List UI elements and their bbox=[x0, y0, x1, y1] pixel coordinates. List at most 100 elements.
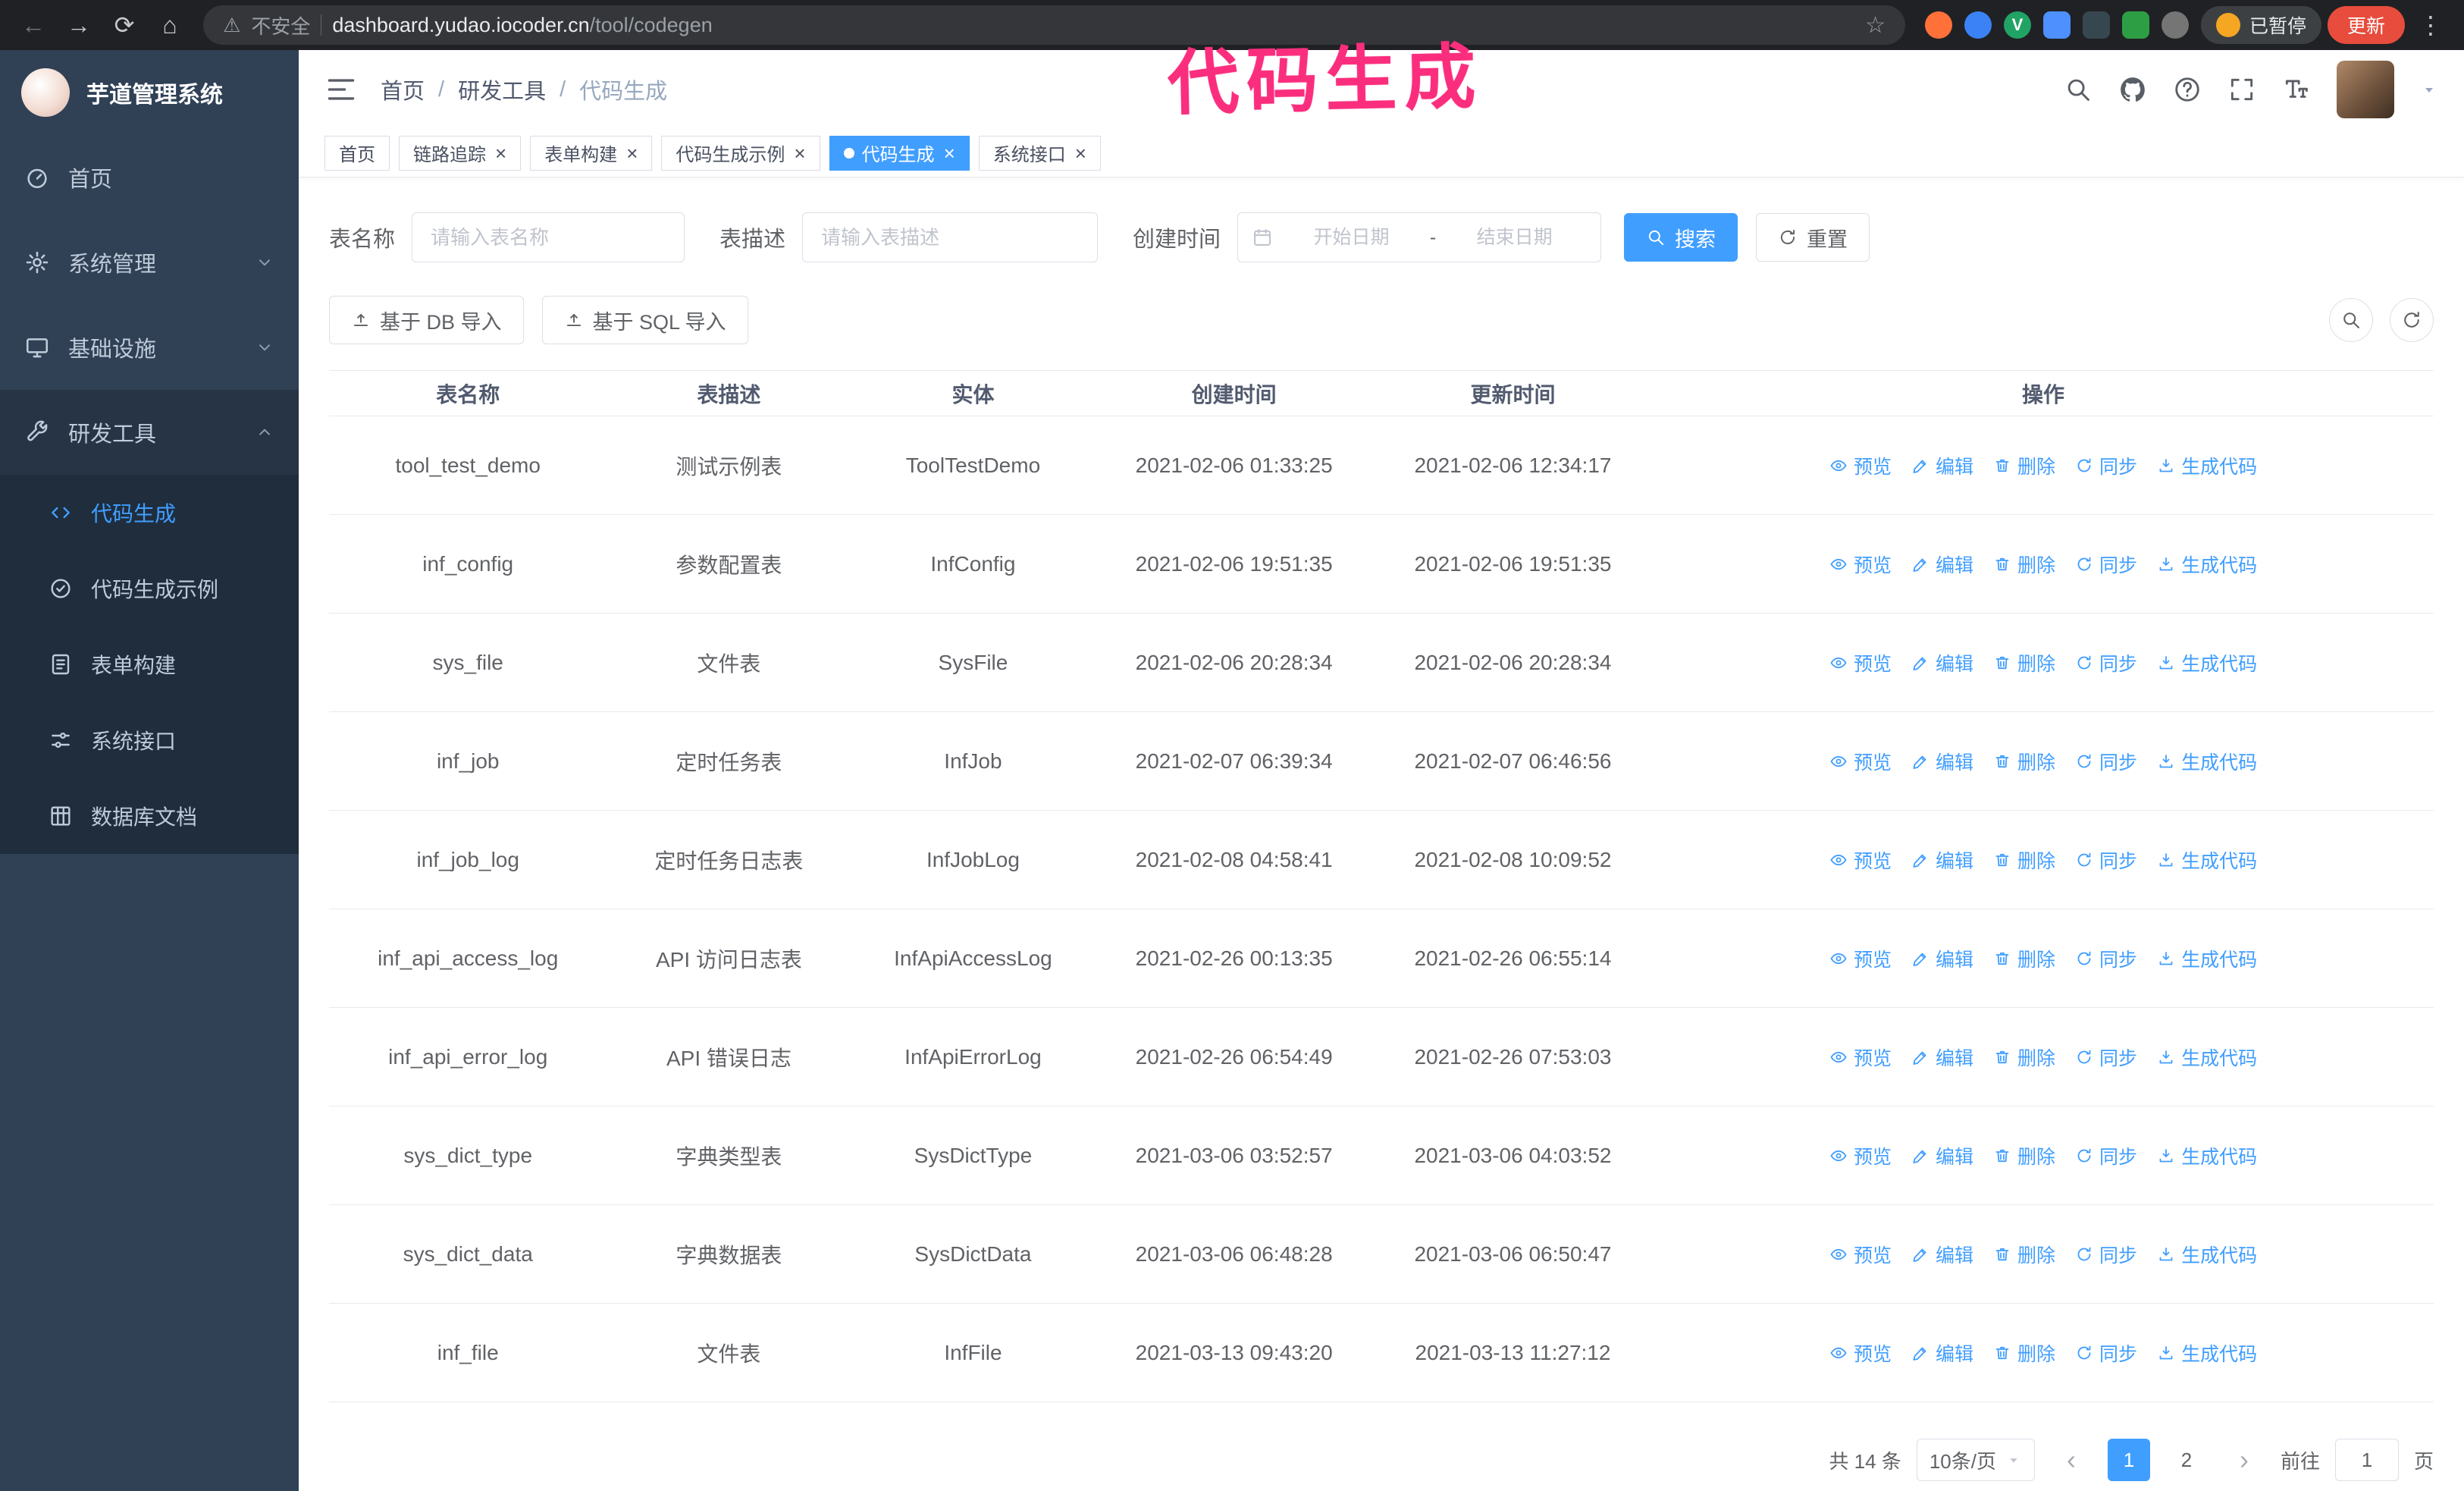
hamburger-icon[interactable] bbox=[324, 73, 358, 106]
tab-system-api[interactable]: 系统接口 × bbox=[978, 135, 1101, 171]
action-sync[interactable]: 同步 bbox=[2075, 748, 2137, 775]
page-button-1[interactable]: 1 bbox=[2107, 1439, 2150, 1481]
action-delete[interactable]: 删除 bbox=[1993, 748, 2055, 775]
close-icon[interactable]: × bbox=[626, 143, 638, 163]
sidebar-subitem-form-build[interactable]: 表单构建 bbox=[0, 626, 299, 702]
close-icon[interactable]: × bbox=[1075, 143, 1086, 163]
import-db-button[interactable]: 基于 DB 导入 bbox=[329, 296, 524, 344]
action-sync[interactable]: 同步 bbox=[2075, 551, 2137, 578]
date-range-picker[interactable]: - bbox=[1237, 212, 1602, 262]
action-sync[interactable]: 同步 bbox=[2075, 1241, 2137, 1268]
user-avatar[interactable] bbox=[2337, 61, 2394, 118]
action-edit[interactable]: 编辑 bbox=[1911, 452, 1973, 479]
start-date-input[interactable] bbox=[1279, 226, 1424, 249]
action-generate[interactable]: 生成代码 bbox=[2157, 649, 2257, 676]
action-edit[interactable]: 编辑 bbox=[1911, 945, 1973, 972]
action-delete[interactable]: 删除 bbox=[1993, 1339, 2055, 1367]
action-generate[interactable]: 生成代码 bbox=[2157, 748, 2257, 775]
action-edit[interactable]: 编辑 bbox=[1911, 1241, 1973, 1268]
action-preview[interactable]: 预览 bbox=[1829, 1044, 1892, 1071]
close-icon[interactable]: × bbox=[944, 143, 955, 163]
action-edit[interactable]: 编辑 bbox=[1911, 1044, 1973, 1071]
action-preview[interactable]: 预览 bbox=[1829, 1339, 1892, 1367]
action-sync[interactable]: 同步 bbox=[2075, 846, 2137, 874]
sidebar-item-home[interactable]: 首页 bbox=[0, 135, 299, 220]
tab-codegen[interactable]: 代码生成 × bbox=[829, 135, 970, 171]
table-desc-input[interactable] bbox=[802, 212, 1099, 262]
action-sync[interactable]: 同步 bbox=[2075, 1044, 2137, 1071]
extension-icon-3[interactable]: V bbox=[2003, 11, 2031, 39]
end-date-input[interactable] bbox=[1442, 226, 1588, 249]
browser-home-icon[interactable]: ⌂ bbox=[150, 5, 190, 45]
sidebar-subitem-system-api[interactable]: 系统接口 bbox=[0, 702, 299, 778]
help-icon[interactable] bbox=[2173, 75, 2202, 104]
logo[interactable]: 芋道管理系统 bbox=[0, 50, 299, 135]
address-bar[interactable]: ⚠ 不安全 dashboard.yudao.iocoder.cn/tool/co… bbox=[203, 5, 1905, 45]
next-page-button[interactable]: › bbox=[2223, 1439, 2265, 1481]
action-delete[interactable]: 删除 bbox=[1993, 452, 2055, 479]
extension-icon-2[interactable] bbox=[1964, 11, 1992, 39]
close-icon[interactable]: × bbox=[794, 143, 805, 163]
action-delete[interactable]: 删除 bbox=[1993, 1241, 2055, 1268]
browser-reload-icon[interactable]: ⟳ bbox=[105, 5, 144, 45]
action-delete[interactable]: 删除 bbox=[1993, 551, 2055, 578]
action-generate[interactable]: 生成代码 bbox=[2157, 452, 2257, 479]
action-delete[interactable]: 删除 bbox=[1993, 1044, 2055, 1071]
reset-button[interactable]: 重置 bbox=[1756, 213, 1870, 262]
action-delete[interactable]: 删除 bbox=[1993, 649, 2055, 676]
action-preview[interactable]: 预览 bbox=[1829, 452, 1892, 479]
search-icon[interactable] bbox=[2064, 75, 2093, 104]
refresh-table-button[interactable] bbox=[2390, 298, 2434, 342]
action-edit[interactable]: 编辑 bbox=[1911, 1142, 1973, 1169]
tab-trace[interactable]: 链路追踪 × bbox=[399, 135, 522, 171]
sidebar-item-devtools[interactable]: 研发工具 bbox=[0, 390, 299, 475]
action-preview[interactable]: 预览 bbox=[1829, 945, 1892, 972]
browser-back-icon[interactable]: ← bbox=[14, 5, 53, 45]
extension-icon-4[interactable] bbox=[2042, 11, 2071, 39]
security-label[interactable]: 不安全 bbox=[251, 11, 310, 39]
github-icon[interactable] bbox=[2118, 75, 2147, 104]
paused-badge[interactable]: 已暂停 bbox=[2200, 6, 2321, 44]
breadcrumb-devtools[interactable]: 研发工具 bbox=[458, 74, 546, 105]
bookmark-star-icon[interactable]: ☆ bbox=[1865, 12, 1886, 39]
action-preview[interactable]: 预览 bbox=[1829, 649, 1892, 676]
browser-menu-icon[interactable]: ⋮ bbox=[2411, 5, 2450, 45]
action-generate[interactable]: 生成代码 bbox=[2157, 1241, 2257, 1268]
action-edit[interactable]: 编辑 bbox=[1911, 748, 1973, 775]
search-button[interactable]: 搜索 bbox=[1624, 213, 1738, 262]
action-preview[interactable]: 预览 bbox=[1829, 551, 1892, 578]
action-sync[interactable]: 同步 bbox=[2075, 1339, 2137, 1367]
prev-page-button[interactable]: ‹ bbox=[2050, 1439, 2093, 1481]
extension-icon-6[interactable] bbox=[2121, 11, 2149, 39]
url-text[interactable]: dashboard.yudao.iocoder.cn/tool/codegen bbox=[332, 14, 1854, 37]
action-generate[interactable]: 生成代码 bbox=[2157, 945, 2257, 972]
sidebar-subitem-codegen[interactable]: 代码生成 bbox=[0, 475, 299, 551]
close-icon[interactable]: × bbox=[495, 143, 506, 163]
extension-icon-7[interactable] bbox=[2161, 11, 2189, 39]
page-button-2[interactable]: 2 bbox=[2165, 1439, 2208, 1481]
sidebar-item-system[interactable]: 系统管理 bbox=[0, 220, 299, 305]
hide-search-button[interactable] bbox=[2329, 298, 2373, 342]
tab-codegen-example[interactable]: 代码生成示例 × bbox=[661, 135, 820, 171]
action-preview[interactable]: 预览 bbox=[1829, 846, 1892, 874]
fullscreen-icon[interactable] bbox=[2227, 75, 2256, 104]
goto-page-input[interactable] bbox=[2334, 1439, 2399, 1481]
import-sql-button[interactable]: 基于 SQL 导入 bbox=[541, 296, 748, 344]
font-size-icon[interactable] bbox=[2282, 75, 2311, 104]
action-generate[interactable]: 生成代码 bbox=[2157, 846, 2257, 874]
table-name-input[interactable] bbox=[412, 212, 685, 262]
action-preview[interactable]: 预览 bbox=[1829, 1142, 1892, 1169]
action-sync[interactable]: 同步 bbox=[2075, 945, 2137, 972]
action-generate[interactable]: 生成代码 bbox=[2157, 1142, 2257, 1169]
action-generate[interactable]: 生成代码 bbox=[2157, 1044, 2257, 1071]
action-sync[interactable]: 同步 bbox=[2075, 649, 2137, 676]
action-edit[interactable]: 编辑 bbox=[1911, 551, 1973, 578]
action-generate[interactable]: 生成代码 bbox=[2157, 1339, 2257, 1367]
sidebar-subitem-db-doc[interactable]: 数据库文档 bbox=[0, 778, 299, 854]
sidebar-item-infra[interactable]: 基础设施 bbox=[0, 305, 299, 390]
caret-down-icon[interactable] bbox=[2420, 80, 2438, 99]
action-preview[interactable]: 预览 bbox=[1829, 748, 1892, 775]
action-delete[interactable]: 删除 bbox=[1993, 945, 2055, 972]
action-edit[interactable]: 编辑 bbox=[1911, 649, 1973, 676]
action-delete[interactable]: 删除 bbox=[1993, 846, 2055, 874]
